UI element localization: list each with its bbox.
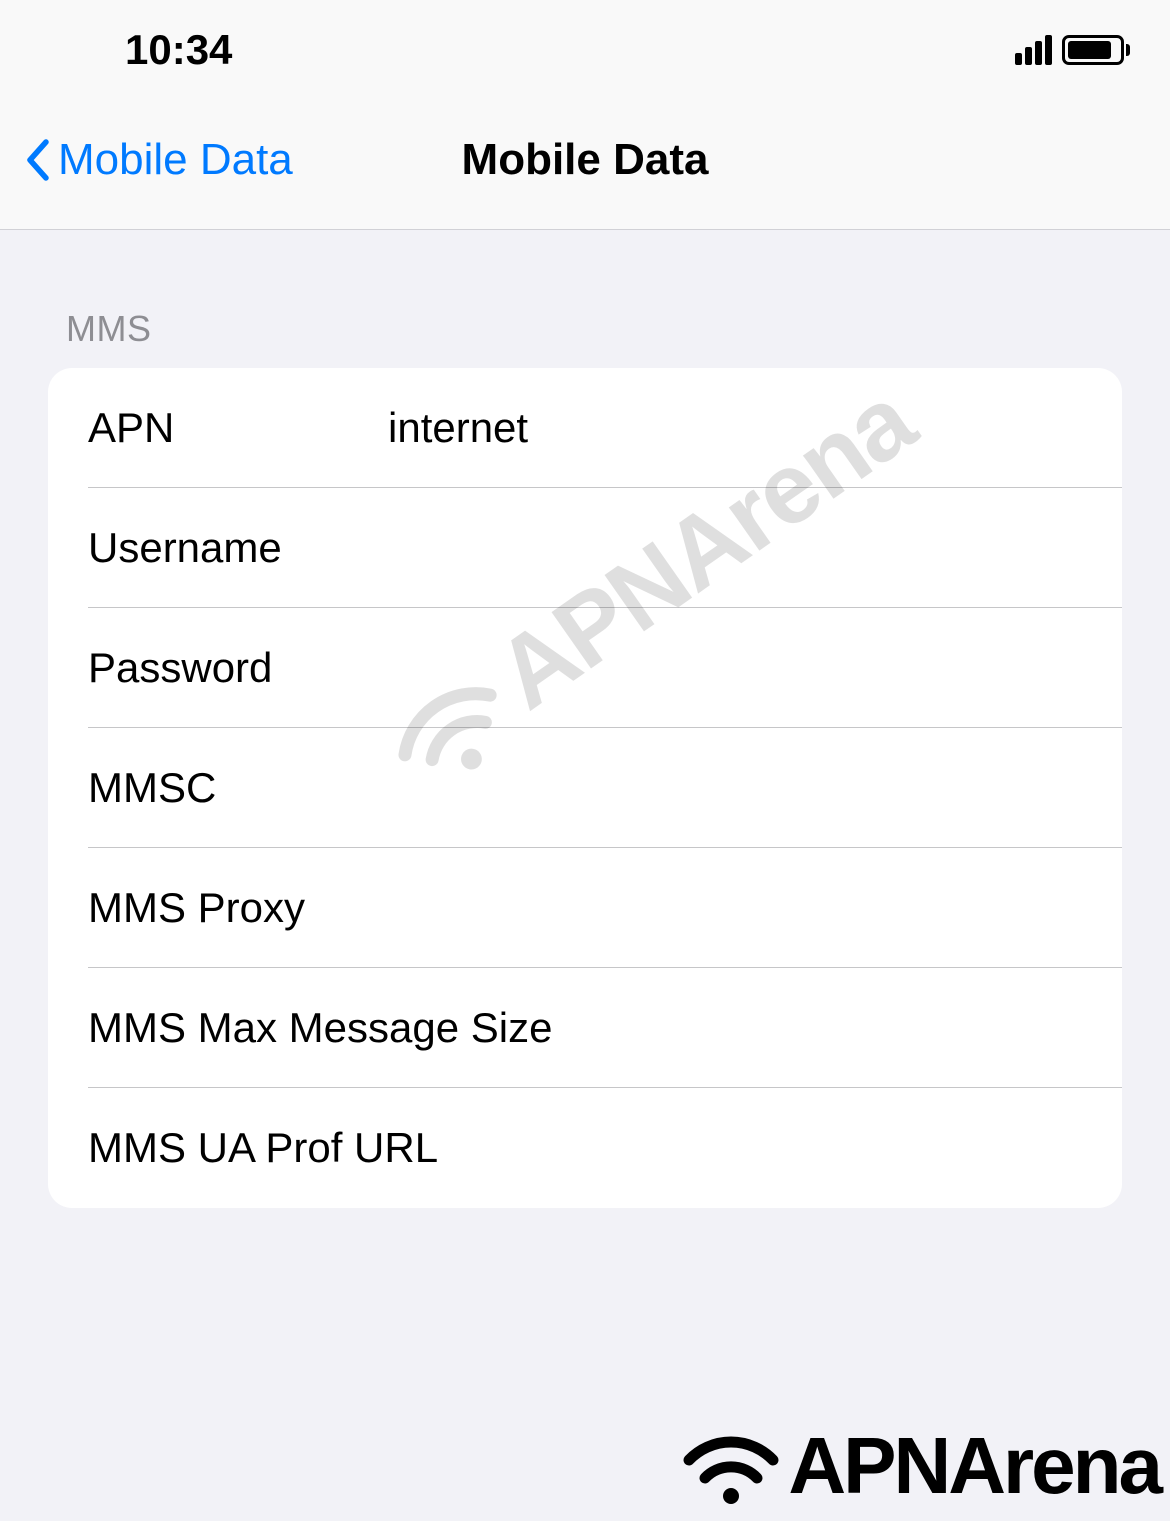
chevron-left-icon [24,138,50,182]
wifi-icon [676,1418,786,1513]
content: MMS APN Username Password MMSC MMS Proxy… [0,230,1170,1208]
settings-group-mms: APN Username Password MMSC MMS Proxy MMS… [48,368,1122,1208]
input-apn[interactable] [388,404,1082,452]
input-mmsc[interactable] [388,764,1082,812]
bottom-logo: APNArena [676,1418,1160,1513]
label-username: Username [88,524,388,572]
section-header-mms: MMS [48,230,1122,368]
status-right [1015,35,1130,65]
label-apn: APN [88,404,388,452]
bottom-logo-text: APNArena [788,1420,1160,1512]
nav-title: Mobile Data [462,135,709,185]
row-mmsc[interactable]: MMSC [48,728,1122,848]
input-mms-proxy[interactable] [388,884,1082,932]
signal-icon [1015,35,1052,65]
back-button[interactable]: Mobile Data [0,135,293,185]
row-mms-proxy[interactable]: MMS Proxy [48,848,1122,968]
input-password[interactable] [388,644,1082,692]
label-mms-ua-prof: MMS UA Prof URL [88,1124,1082,1172]
label-mmsc: MMSC [88,764,388,812]
label-mms-max-size: MMS Max Message Size [88,1004,1082,1052]
status-time: 10:34 [40,26,232,74]
status-bar: 10:34 [0,0,1170,90]
nav-bar: Mobile Data Mobile Data [0,90,1170,230]
row-apn[interactable]: APN [48,368,1122,488]
row-mms-ua-prof[interactable]: MMS UA Prof URL [48,1088,1122,1208]
label-mms-proxy: MMS Proxy [88,884,388,932]
row-username[interactable]: Username [48,488,1122,608]
battery-icon [1062,35,1130,65]
label-password: Password [88,644,388,692]
row-password[interactable]: Password [48,608,1122,728]
input-username[interactable] [388,524,1082,572]
row-mms-max-size[interactable]: MMS Max Message Size [48,968,1122,1088]
back-label: Mobile Data [58,135,293,185]
